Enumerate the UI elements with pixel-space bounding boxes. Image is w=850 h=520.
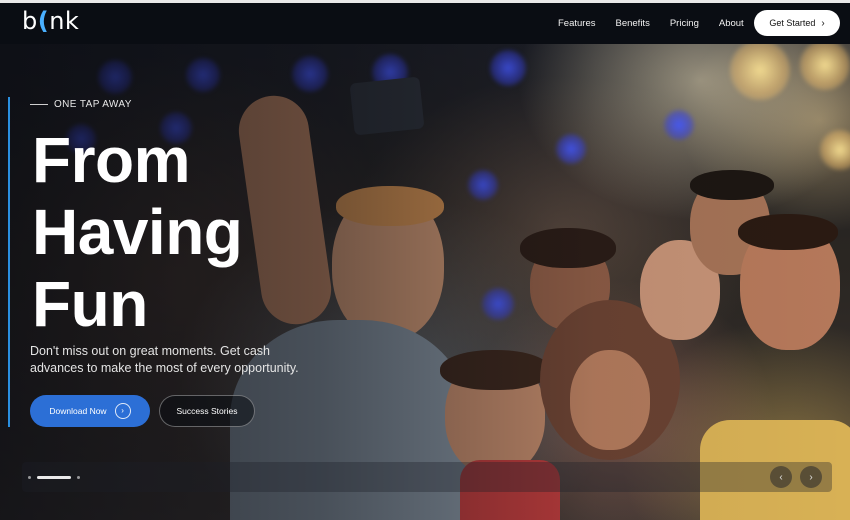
- bokeh-light: [468, 170, 498, 200]
- slider-next-button[interactable]: ›: [800, 466, 822, 488]
- bokeh-light: [664, 110, 694, 140]
- person: [690, 170, 774, 200]
- person: [445, 355, 545, 475]
- raised-arm: [234, 91, 336, 329]
- person: [336, 186, 444, 226]
- bokeh-light: [186, 58, 220, 92]
- person: [530, 240, 610, 330]
- download-now-label: Download Now: [49, 406, 107, 416]
- person: [740, 220, 840, 350]
- person: [640, 240, 720, 340]
- hero-accent-bar: [8, 97, 10, 427]
- hero-headline: From Having Fun: [32, 124, 243, 340]
- eyebrow-line: [30, 104, 48, 105]
- person: [690, 175, 770, 275]
- person: [738, 214, 838, 250]
- brand-logo[interactable]: b ( nk: [22, 7, 79, 35]
- bokeh-light: [482, 288, 514, 320]
- person: [540, 300, 680, 460]
- nav-menu: Features Benefits Pricing About: [558, 3, 744, 44]
- eyebrow-text: ONE TAP AWAY: [54, 99, 132, 110]
- bokeh-light: [372, 54, 408, 90]
- nav-item-about[interactable]: About: [719, 18, 744, 29]
- bokeh-light: [820, 130, 850, 170]
- bokeh-light: [98, 60, 132, 94]
- bokeh-light: [556, 134, 586, 164]
- arrow-right-icon: ›: [114, 403, 131, 419]
- person: [440, 350, 550, 390]
- bokeh-light: [730, 40, 790, 100]
- success-stories-button[interactable]: Success Stories: [159, 395, 255, 427]
- slide-dot[interactable]: [28, 476, 31, 479]
- headline-line-3: Fun: [32, 268, 148, 340]
- person: [520, 228, 616, 268]
- nav-item-features[interactable]: Features: [558, 18, 596, 29]
- chevron-left-icon: ‹: [779, 471, 783, 483]
- top-nav: b ( nk Features Benefits Pricing About G…: [0, 0, 850, 44]
- slider-pagination: [28, 476, 80, 479]
- headline-line-2: Having: [32, 196, 243, 268]
- logo-wave-icon: (: [37, 7, 50, 35]
- slide-dot-active[interactable]: [37, 476, 71, 479]
- hero-eyebrow: ONE TAP AWAY: [30, 99, 132, 110]
- hero-subtitle: Don't miss out on great moments. Get cas…: [30, 344, 299, 375]
- download-now-button[interactable]: Download Now ›: [30, 395, 150, 427]
- slide-dot[interactable]: [77, 476, 80, 479]
- get-started-label: Get Started: [769, 18, 816, 28]
- headline-line-1: From: [32, 124, 191, 196]
- slider-strip: [22, 462, 832, 492]
- chevron-right-icon: ›: [809, 471, 813, 483]
- bokeh-light: [292, 56, 328, 92]
- get-started-button[interactable]: Get Started ›: [754, 10, 840, 36]
- success-stories-label: Success Stories: [176, 406, 238, 416]
- chevron-right-icon: ›: [821, 17, 825, 29]
- person: [570, 350, 650, 450]
- bokeh-light: [490, 50, 526, 86]
- nav-item-benefits[interactable]: Benefits: [616, 18, 650, 29]
- person: [332, 190, 444, 340]
- nav-item-pricing[interactable]: Pricing: [670, 18, 699, 29]
- slider-prev-button[interactable]: ‹: [770, 466, 792, 488]
- bokeh-light: [800, 40, 850, 90]
- logo-text-right: nk: [49, 7, 80, 35]
- logo-text-left: b: [22, 7, 38, 35]
- phone: [349, 76, 425, 136]
